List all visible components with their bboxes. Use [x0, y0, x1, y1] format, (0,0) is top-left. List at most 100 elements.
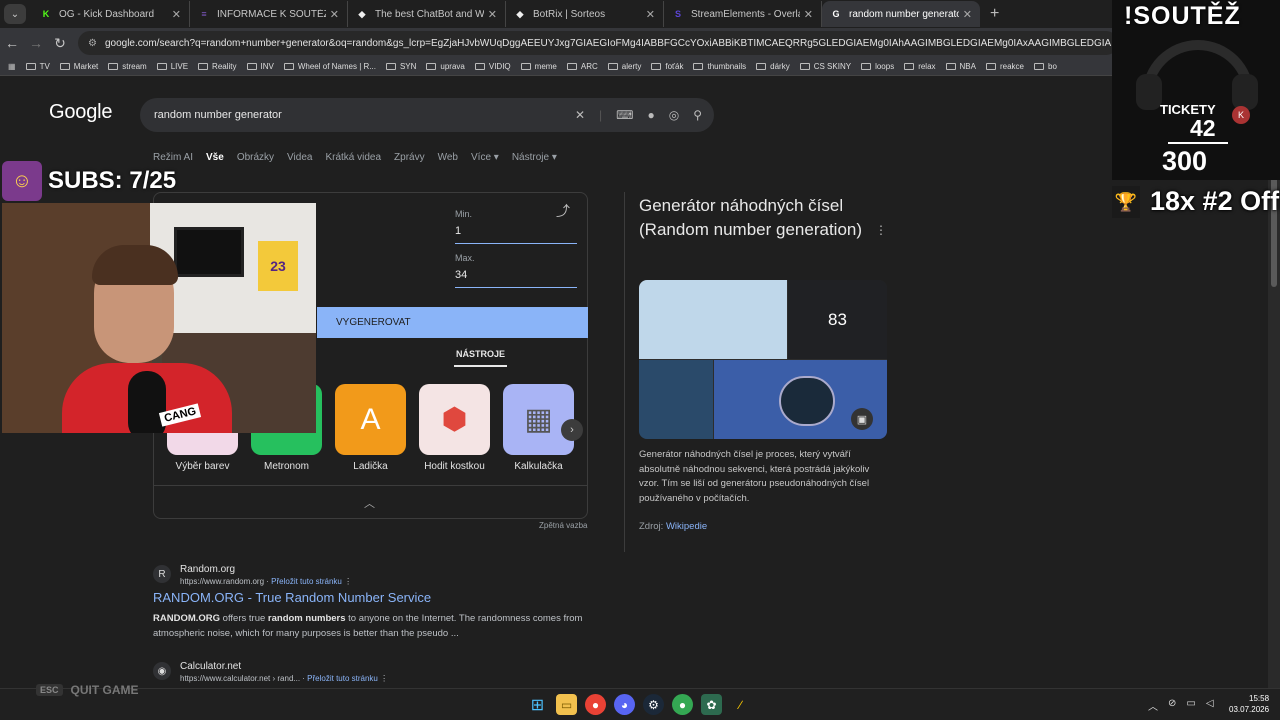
share-icon[interactable]: ⤴: [556, 201, 570, 221]
tools-tab[interactable]: NÁSTROJE: [454, 349, 508, 367]
tab-title: random number generator - Hl: [849, 8, 959, 20]
bookmark-item[interactable]: SYN: [385, 62, 416, 71]
tray-expand-icon[interactable]: ︿: [1148, 698, 1158, 713]
browser-tab[interactable]: ◆ BotRix | Sorteos ✕: [506, 1, 664, 27]
gallery-icon[interactable]: ▣: [851, 408, 873, 430]
browser-tab[interactable]: ≡ INFORMACE K SOUTĚŽI ✕: [190, 1, 348, 27]
app-icon[interactable]: ✿: [701, 694, 722, 715]
bookmark-item[interactable]: TV: [25, 62, 50, 71]
tool-tile[interactable]: A Ladička: [335, 384, 406, 472]
search-tab[interactable]: Nástroje ▾: [512, 152, 557, 163]
search-tab[interactable]: Krátká videa: [325, 152, 381, 163]
translate-link[interactable]: Přeložit tuto stránku: [271, 577, 342, 586]
bookmark-item[interactable]: uprava: [426, 62, 465, 71]
translate-link[interactable]: Přeložit tuto stránku: [307, 674, 378, 683]
bookmark-item[interactable]: Wheel of Names | R...: [283, 62, 376, 71]
steam-icon[interactable]: ⚙: [643, 694, 664, 715]
search-tab[interactable]: Videa: [287, 152, 312, 163]
min-input[interactable]: 1: [455, 225, 577, 244]
search-icon[interactable]: ⚲: [693, 108, 702, 122]
address-bar[interactable]: ⚙ google.com/search?q=random+number+gene…: [78, 31, 1118, 55]
search-query: random number generator: [154, 109, 282, 121]
image-number-display[interactable]: 83: [788, 280, 887, 359]
chrome-2-icon[interactable]: ●: [672, 694, 693, 715]
profile-avatar[interactable]: K: [1232, 106, 1250, 124]
network-off-icon[interactable]: ⊘: [1168, 698, 1176, 713]
tab-search-button[interactable]: ⌄: [4, 4, 26, 24]
knowledge-images[interactable]: 83 ▣: [639, 280, 887, 439]
clear-icon[interactable]: ✕: [575, 108, 585, 122]
feedback-link[interactable]: Zpětná vazba: [539, 521, 587, 530]
bookmark-item[interactable]: Reality: [198, 62, 237, 71]
browser-tab[interactable]: Grandom number generator - Hl ✕: [822, 1, 980, 27]
google-logo[interactable]: Google: [49, 101, 112, 124]
clock[interactable]: 15:58 03.07.2026: [1229, 693, 1269, 715]
chevron-up-icon[interactable]: ︿: [364, 495, 375, 511]
search-input[interactable]: random number generator ✕ | ⌨ ● ◎ ⚲: [140, 98, 714, 132]
tab-close-icon[interactable]: ✕: [330, 8, 339, 21]
quit-game-text: QUIT GAME: [70, 683, 139, 697]
lens-icon[interactable]: ◎: [669, 108, 679, 122]
chevron-right-icon[interactable]: ›: [561, 419, 583, 441]
keyboard-icon[interactable]: ⌨: [616, 108, 633, 122]
search-tab[interactable]: Zprávy: [394, 152, 425, 163]
bookmark-item[interactable]: NBA: [945, 62, 976, 71]
bookmark-item[interactable]: dárky: [756, 62, 790, 71]
search-tab[interactable]: Více ▾: [471, 152, 499, 163]
generate-button[interactable]: VYGENEROVAT: [317, 307, 588, 338]
new-tab-button[interactable]: +: [990, 5, 999, 23]
search-tab[interactable]: Obrázky: [237, 152, 274, 163]
forward-icon[interactable]: →: [24, 35, 48, 51]
result-menu-icon[interactable]: ⋮: [344, 577, 352, 586]
image-phone-app[interactable]: [639, 360, 713, 439]
file-explorer-icon[interactable]: ▭: [556, 694, 577, 715]
folder-icon: [156, 63, 167, 70]
browser-tab[interactable]: ◆ The best ChatBot and Widgets ✕: [348, 1, 506, 27]
bookmark-item[interactable]: loops: [861, 62, 894, 71]
bookmark-item[interactable]: Market: [59, 62, 98, 71]
search-tab[interactable]: Vše: [206, 152, 224, 163]
tool-tile[interactable]: ⬢ Hodit kostkou: [419, 384, 490, 472]
image-number-grid[interactable]: [639, 280, 787, 359]
bookmark-item[interactable]: LIVE: [156, 62, 188, 71]
bookmark-item[interactable]: meme: [520, 62, 557, 71]
back-icon[interactable]: ←: [0, 35, 24, 51]
bookmark-item[interactable]: thumbnails: [693, 62, 746, 71]
bookmark-item[interactable]: ARC: [566, 62, 598, 71]
search-tab[interactable]: Web: [438, 152, 458, 163]
bookmark-item[interactable]: stream: [108, 62, 147, 71]
tab-close-icon[interactable]: ✕: [172, 8, 181, 21]
site-info-icon[interactable]: ⚙: [88, 38, 97, 49]
reload-icon[interactable]: ↻: [48, 35, 72, 52]
apps-icon[interactable]: ▦: [8, 62, 16, 71]
tab-close-icon[interactable]: ✕: [804, 8, 813, 21]
bookmark-item[interactable]: CS SKINY: [799, 62, 851, 71]
tab-close-icon[interactable]: ✕: [963, 8, 972, 21]
display-icon[interactable]: ▭: [1186, 698, 1195, 713]
source-link[interactable]: Wikipedie: [666, 521, 707, 532]
bookmark-item[interactable]: reakce: [985, 62, 1024, 71]
browser-tab[interactable]: K OG - Kick Dashboard ✕: [32, 1, 190, 27]
more-options-icon[interactable]: ⋮: [875, 223, 887, 237]
max-input[interactable]: 34: [455, 269, 577, 288]
bookmark-item[interactable]: relax: [904, 62, 936, 71]
bookmark-item[interactable]: foťák: [651, 62, 683, 71]
tool-label: Ladička: [353, 461, 388, 472]
bookmark-item[interactable]: INV: [246, 62, 274, 71]
tab-close-icon[interactable]: ✕: [646, 8, 655, 21]
bookmark-item[interactable]: VIDIQ: [474, 62, 511, 71]
pen-app-icon[interactable]: ∕: [730, 694, 751, 715]
bookmark-item[interactable]: bo: [1034, 62, 1057, 71]
discord-icon[interactable]: ◕: [614, 694, 635, 715]
chrome-icon[interactable]: ●: [585, 694, 606, 715]
tab-close-icon[interactable]: ✕: [488, 8, 497, 21]
result-menu-icon[interactable]: ⋮: [380, 674, 388, 683]
browser-tab[interactable]: S StreamElements - Overlays ✕: [664, 1, 822, 27]
volume-icon[interactable]: ◁: [1206, 698, 1214, 713]
bookmark-item[interactable]: alerty: [607, 62, 641, 71]
microphone-icon[interactable]: ●: [647, 108, 654, 122]
folder-icon: [520, 63, 531, 70]
start-icon[interactable]: ⊞: [527, 694, 548, 715]
result-title-link[interactable]: RANDOM.ORG - True Random Number Service: [153, 590, 431, 605]
taskbar-apps: ⊞ ▭ ● ◕ ⚙ ● ✿ ∕: [527, 694, 751, 715]
